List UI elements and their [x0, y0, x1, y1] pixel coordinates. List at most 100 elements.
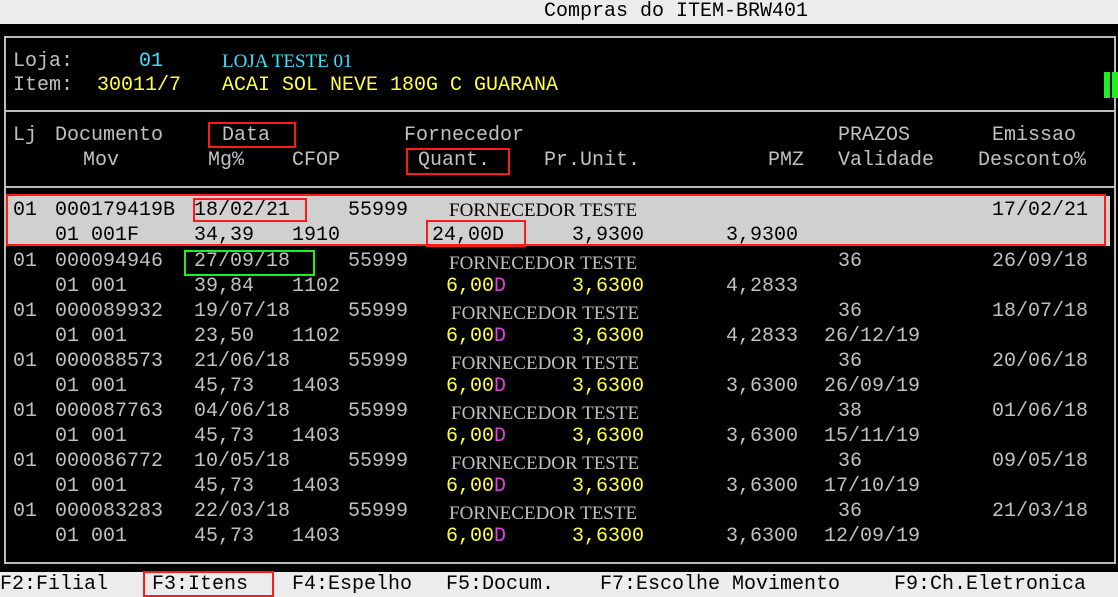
row-mov: 01 001: [55, 325, 128, 348]
row-forn-nome: FORNECEDOR TESTE: [451, 403, 640, 424]
row-cfop: 1102: [292, 325, 341, 348]
row-quant: 6,00D: [446, 275, 507, 298]
item-code: 30011/7: [97, 74, 182, 97]
row-doc: 000086772: [55, 450, 164, 473]
row-doc: 000083283: [55, 500, 164, 523]
row-quant: 6,00D: [446, 525, 507, 548]
row-forn-nome: FORNECEDOR TESTE: [451, 453, 640, 474]
row-cfop: 1403: [292, 375, 341, 398]
col-desconto: Desconto%: [978, 149, 1087, 172]
scroll-indicator: [1104, 72, 1110, 98]
annotation-box-quant-header: [406, 148, 510, 175]
row-forn-cod: 55999: [348, 300, 409, 323]
row-mg: 45,73: [194, 525, 255, 548]
row-forn-nome: FORNECEDOR TESTE: [449, 503, 638, 524]
row-data: 22/03/18: [194, 500, 291, 523]
item-description: ACAI SOL NEVE 180G C GUARANA: [222, 74, 559, 97]
col-cfop: CFOP: [292, 149, 341, 172]
row-lj: 01: [13, 350, 38, 373]
row-cfop: 1403: [292, 425, 341, 448]
item-label: Item:: [13, 74, 74, 97]
row-emissao: 21/03/18: [992, 500, 1089, 523]
row-pmz: 3,6300: [726, 475, 799, 498]
row-data: 04/06/18: [194, 400, 291, 423]
row-doc: 000088573: [55, 350, 164, 373]
row-validade: 15/11/19: [824, 425, 921, 448]
row-pmz: 3,6300: [726, 525, 799, 548]
row-forn-nome: FORNECEDOR TESTE: [451, 353, 640, 374]
loja-name: LOJA TESTE 01: [222, 51, 353, 72]
row-prunit: 3,6300: [572, 275, 645, 298]
row-emissao: 26/09/18: [992, 250, 1089, 273]
row-pmz: 3,6300: [726, 425, 799, 448]
row-lj: 01: [13, 450, 38, 473]
row-mg: 45,73: [194, 475, 255, 498]
row-pmz: 4,2833: [726, 275, 799, 298]
row-cfop: 1403: [292, 525, 341, 548]
f7-escolhe-movimento-key[interactable]: F7:Escolhe Movimento: [600, 573, 840, 597]
row-mg: 45,73: [194, 375, 255, 398]
row-data: 10/05/18: [194, 450, 291, 473]
row-forn-nome: FORNECEDOR TESTE: [449, 253, 638, 274]
annotation-box-row-date: [193, 198, 307, 222]
row-forn-cod: 55999: [348, 500, 409, 523]
col-fornecedor: Fornecedor: [404, 124, 525, 147]
row-prunit: 3,6300: [572, 525, 645, 548]
row-forn-cod: 55999: [348, 450, 409, 473]
row-prazo: 36: [838, 250, 863, 273]
annotation-box-green-date: [184, 250, 315, 276]
row-emissao: 09/05/18: [992, 450, 1089, 473]
row-mov: 01 001: [55, 375, 128, 398]
col-prazos: PRAZOS: [838, 124, 911, 147]
row-prunit: 3,6300: [572, 375, 645, 398]
row-prazo: 36: [838, 300, 863, 323]
row-cfop: 1403: [292, 475, 341, 498]
col-validade: Validade: [838, 149, 935, 172]
f5-docum-key[interactable]: F5:Docum.: [446, 573, 554, 597]
row-quant-flag: D: [494, 325, 507, 348]
row-quant: 6,00D: [446, 425, 507, 448]
col-prunit: Pr.Unit.: [544, 149, 641, 172]
f4-espelho-key[interactable]: F4:Espelho: [292, 573, 412, 597]
row-lj: 01: [13, 300, 38, 323]
row-quant-flag: D: [494, 375, 507, 398]
col-documento: Documento: [55, 124, 164, 147]
f2-filial-key[interactable]: F2:Filial: [0, 573, 108, 597]
row-data: 19/07/18: [194, 300, 291, 323]
row-prazo: 36: [838, 350, 863, 373]
row-prazo: 38: [838, 400, 863, 423]
title-bar: Compras do ITEM-BRW401: [0, 0, 1118, 24]
row-quant-flag: D: [494, 425, 507, 448]
row-pmz: 4,2833: [726, 325, 799, 348]
row-validade: 26/12/19: [824, 325, 921, 348]
col-mg: Mg%: [208, 149, 245, 172]
col-lj: Lj: [13, 124, 38, 147]
row-mg: 39,84: [194, 275, 255, 298]
row-mov: 01 001: [55, 475, 128, 498]
row-validade: 12/09/19: [824, 525, 921, 548]
row-doc: 000094946: [55, 250, 164, 273]
row-prunit: 3,6300: [572, 475, 645, 498]
f9-ch-eletronica-key[interactable]: F9:Ch.Eletronica: [894, 573, 1086, 597]
annotation-box-row-quant: [426, 220, 526, 247]
row-pmz: 3,6300: [726, 375, 799, 398]
window-title: Compras do ITEM-BRW401: [544, 0, 809, 23]
row-quant: 6,00D: [446, 475, 507, 498]
row-mg: 23,50: [194, 325, 255, 348]
row-quant: 6,00D: [446, 325, 507, 348]
row-forn-cod: 55999: [348, 400, 409, 423]
row-mov: 01 001: [55, 425, 128, 448]
annotation-box-data-header: [208, 122, 296, 148]
row-emissao: 20/06/18: [992, 350, 1089, 373]
row-lj: 01: [13, 500, 38, 523]
row-lj: 01: [13, 400, 38, 423]
row-quant-flag: D: [494, 525, 507, 548]
row-emissao: 01/06/18: [992, 400, 1089, 423]
row-lj: 01: [13, 250, 38, 273]
row-mov: 01 001: [55, 275, 128, 298]
row-prazo: 36: [838, 500, 863, 523]
row-data: 21/06/18: [194, 350, 291, 373]
row-quant-flag: D: [494, 275, 507, 298]
row-doc: 000087763: [55, 400, 164, 423]
row-prunit: 3,6300: [572, 325, 645, 348]
